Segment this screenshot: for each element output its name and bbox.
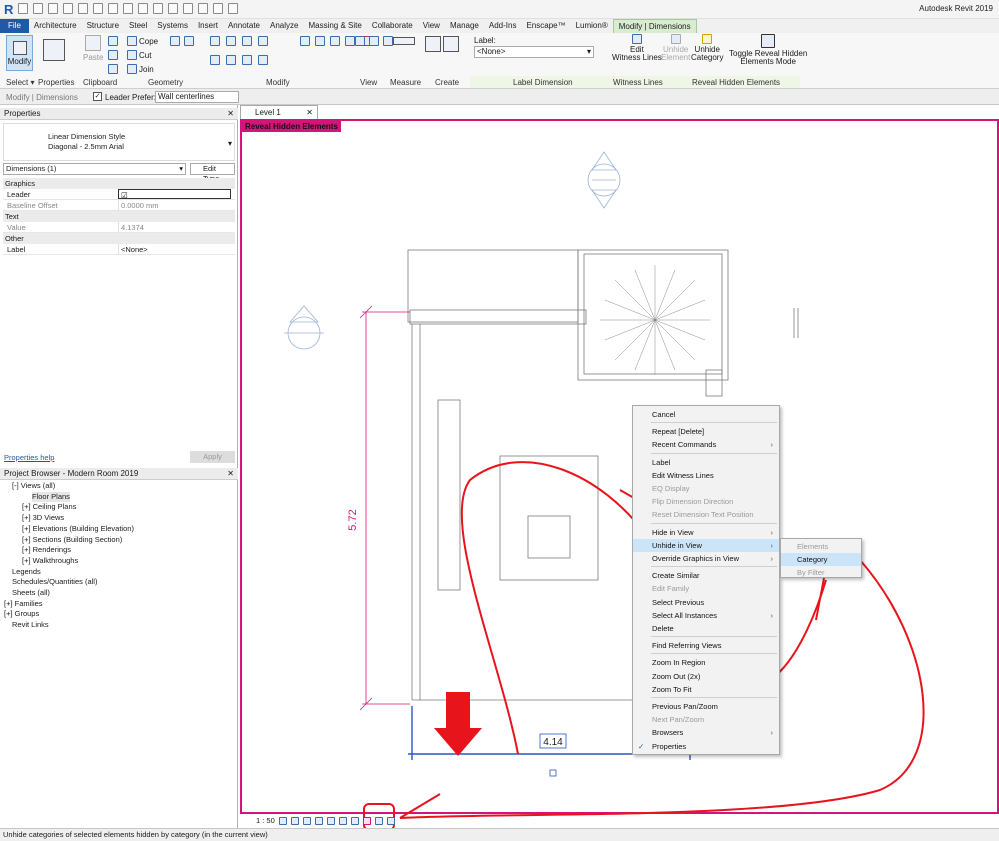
menu-item-next-pan-zoom[interactable]: Next Pan/Zoom <box>633 713 779 726</box>
menu-item-label: Create Similar <box>652 571 700 581</box>
menu-item-edit-family[interactable]: Edit Family <box>633 582 779 595</box>
submenu-item-by-filter[interactable]: By Filter <box>781 566 861 579</box>
menu-item-label: Find Referring Views <box>652 641 722 651</box>
red-down-arrow <box>434 692 482 756</box>
detail-level-icon[interactable] <box>278 816 287 825</box>
reveal-hidden-elements-icon[interactable] <box>362 816 371 825</box>
vertical-dimension[interactable] <box>359 305 410 711</box>
chevron-right-icon: › <box>770 610 774 620</box>
chevron-right-icon: › <box>770 540 774 550</box>
unhide-submenu: Elements Category By Filter <box>780 538 862 578</box>
menu-item-label: Cancel <box>652 410 676 419</box>
menu-item-select-all-instances[interactable]: Select All Instances › <box>633 609 779 622</box>
menu-item-cancel[interactable]: Cancel <box>633 408 779 421</box>
menu-item-recent-commands[interactable]: Recent Commands › <box>633 438 779 451</box>
menu-item-zoom-out-2x[interactable]: Zoom Out (2x) <box>633 670 779 683</box>
menu-item-label: Select Previous <box>652 597 705 607</box>
drag-grip-icon[interactable] <box>549 769 557 777</box>
menu-item-find-referring-views[interactable]: Find Referring Views <box>633 639 779 652</box>
menu-item-label: Label <box>652 457 671 467</box>
menu-item-previous-pan-zoom[interactable]: Previous Pan/Zoom <box>633 700 779 713</box>
menu-separator <box>651 422 777 424</box>
shadows-icon[interactable] <box>314 816 323 825</box>
menu-item-label: Repeat [Delete] <box>652 427 705 437</box>
drawing-svg: 5.72 4.14 <box>284 151 925 831</box>
menu-item-label: Hide in View <box>652 527 694 537</box>
menu-item-label: Reset Dimension Text Position <box>652 510 754 520</box>
menu-item-edit-witness-lines[interactable]: Edit Witness Lines <box>633 469 779 482</box>
menu-item-label: Delete <box>652 624 674 633</box>
menu-item-label: Flip Dimension Direction <box>652 497 734 507</box>
menu-item-label: Zoom To Fit <box>652 684 692 694</box>
visual-style-icon[interactable] <box>290 816 299 825</box>
status-bar: Unhide categories of selected elements h… <box>0 828 999 841</box>
menu-item-label: Recent Commands <box>652 440 717 450</box>
temporary-hide-icon[interactable] <box>350 816 359 825</box>
menu-separator <box>651 653 777 655</box>
menu-item-repeat-delete[interactable]: Repeat [Delete] <box>633 425 779 438</box>
menu-item-create-similar[interactable]: Create Similar <box>633 569 779 582</box>
status-text: Unhide categories of selected elements h… <box>3 830 268 839</box>
menu-item-label: EQ Display <box>652 484 690 493</box>
vertical-dimension-text[interactable]: 5.72 <box>347 509 359 530</box>
elevation-markers <box>284 151 621 350</box>
plant-symbol <box>600 265 710 375</box>
check-icon: ✓ <box>638 741 645 751</box>
menu-item-label: Zoom Out (2x) <box>652 671 701 681</box>
menu-item-override-graphics-in-view[interactable]: Override Graphics in View › <box>633 552 779 565</box>
sun-path-icon[interactable] <box>302 816 311 825</box>
chevron-right-icon: › <box>770 440 774 450</box>
chevron-right-icon: › <box>770 527 774 537</box>
menu-item-label: Unhide in View <box>652 540 702 550</box>
menu-item-label: Previous Pan/Zoom <box>652 702 718 711</box>
chevron-right-icon: › <box>770 728 774 738</box>
menu-item-hide-in-view[interactable]: Hide in View › <box>633 526 779 539</box>
menu-item-label: Override Graphics in View <box>652 554 739 563</box>
menu-separator <box>651 697 777 698</box>
menu-item-label: Zoom In Region <box>652 658 706 668</box>
menu-separator <box>651 522 777 524</box>
menu-item-properties[interactable]: Properties ✓ <box>633 740 779 753</box>
menu-item-zoom-in-region[interactable]: Zoom In Region <box>633 656 779 669</box>
menu-item-label[interactable]: Label <box>633 456 779 469</box>
menu-separator <box>651 452 777 454</box>
menu-item-zoom-to-fit[interactable]: Zoom To Fit <box>633 683 779 696</box>
view-scale[interactable]: 1 : 50 <box>256 816 275 825</box>
menu-separator <box>651 636 777 638</box>
menu-item-label: Select All Instances <box>652 610 718 620</box>
menu-item-browsers[interactable]: Browsers › <box>633 726 779 739</box>
chevron-right-icon: › <box>770 554 774 563</box>
worksharing-icon[interactable] <box>374 816 383 825</box>
menu-item-label: Browsers <box>652 728 684 738</box>
submenu-item-elements[interactable]: Elements <box>781 540 861 553</box>
horizontal-dimension-text[interactable]: 4.14 <box>543 737 563 748</box>
menu-item-eq-display[interactable]: EQ Display <box>633 482 779 495</box>
menu-item-unhide-in-view[interactable]: Unhide in View › <box>633 538 779 552</box>
menu-item-label: Edit Family <box>652 584 690 594</box>
menu-item-flip-dimension-direction[interactable]: Flip Dimension Direction <box>633 495 779 508</box>
context-menu: Cancel Repeat [Delete] Recent Commands › Lab… <box>632 405 780 755</box>
menu-item-delete[interactable]: Delete <box>633 622 779 635</box>
analytical-model-icon[interactable] <box>386 816 395 825</box>
view-control-bar: 1 : 50 <box>242 815 395 826</box>
submenu-item-category[interactable]: Category <box>781 553 861 566</box>
menu-separator <box>651 566 777 568</box>
menu-item-label: Next Pan/Zoom <box>652 715 705 725</box>
crop-view-icon[interactable] <box>326 816 335 825</box>
menu-item-reset-dimension-text-position[interactable]: Reset Dimension Text Position <box>633 508 779 521</box>
show-crop-icon[interactable] <box>338 816 347 825</box>
menu-item-select-previous[interactable]: Select Previous <box>633 596 779 609</box>
menu-item-label: Edit Witness Lines <box>652 470 714 480</box>
menu-item-label: Properties <box>652 741 687 751</box>
